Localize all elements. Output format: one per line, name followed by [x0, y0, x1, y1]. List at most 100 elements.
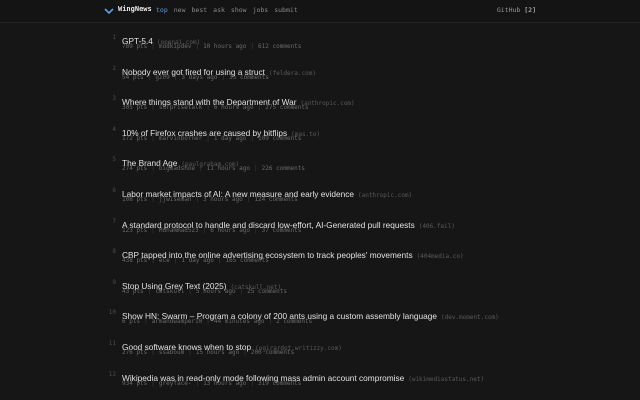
story-age[interactable]: 6 hours ago [214, 104, 254, 111]
story-domain[interactable]: (406.fail) [419, 223, 455, 230]
story-points: 43 pts [122, 287, 144, 295]
nav-top[interactable]: top [156, 6, 168, 14]
story-comments-link[interactable]: 319 comments [258, 380, 301, 387]
meta-separator: | [199, 165, 203, 173]
story-item: 12 Wikipedia was in read-only mode follow… [0, 367, 640, 397]
story-comments-link[interactable]: 165 comments [226, 257, 269, 264]
story-meta: 305 pts | surprisetalk | 6 hours ago | 275 com… [122, 104, 309, 111]
story-comments-link[interactable]: 37 comments [262, 227, 302, 234]
story-age[interactable]: 10 hours ago [203, 43, 246, 50]
story-comments-link[interactable]: 2 comments [276, 318, 312, 325]
story-item: 8 CBP tapped into the online advertising … [0, 244, 640, 274]
story-rank: 9 [112, 278, 116, 286]
story-meta: 274 pts | bigmadshoe | 11 hours ago | 226 comm… [122, 165, 305, 172]
meta-separator: | [243, 349, 247, 356]
story-age[interactable]: 1 day ago [181, 257, 214, 264]
github-label: GitHub [496, 6, 521, 14]
story-points: 276 pts [122, 349, 148, 356]
story-user[interactable]: armandwamper10 [152, 318, 203, 325]
nav-new[interactable]: new [174, 6, 186, 14]
story-user[interactable]: marvinborner [159, 135, 202, 142]
story-user[interactable]: gz09 [155, 74, 169, 81]
story-item: 7A standard protocol to handle and disca… [0, 214, 640, 244]
story-comments-link[interactable]: 25 comments [247, 288, 287, 295]
meta-separator: | [206, 104, 210, 112]
story-meta: 6 pts | armandwamper10 | 44 minutes ago | 2 co… [122, 318, 312, 325]
story-points: 438 pts [122, 257, 148, 265]
story-comments-link[interactable]: 612 comments [258, 43, 301, 50]
story-age[interactable]: 3 hours ago [203, 196, 243, 203]
meta-separator: | [257, 104, 262, 112]
meta-separator: | [151, 257, 155, 265]
story-points: 305 pts [122, 104, 148, 112]
story-domain[interactable]: (feldera.com) [269, 70, 316, 77]
meta-separator: | [195, 379, 200, 387]
chevron-logo-icon[interactable] [104, 6, 114, 16]
story-comments-link[interactable]: 35 comments [229, 74, 269, 81]
story-age[interactable]: 5 hours ago [196, 288, 236, 295]
main-nav: top new best ask show jobs submit [156, 6, 298, 14]
story-user[interactable]: catskull [155, 288, 184, 295]
story-meta: 276 pts | ssaboum | 15 hours ago | 200 comment… [122, 349, 294, 356]
story-age[interactable]: 13 hours ago [203, 380, 246, 387]
meta-separator: | [202, 226, 207, 234]
story-user[interactable]: jjwiseman [159, 196, 192, 203]
story-age[interactable]: 15 hours ago [196, 349, 239, 356]
story-meta: 108 pts | jjwiseman | 3 hours ago | 124 commen… [122, 196, 298, 203]
story-age[interactable]: 1 day ago [214, 135, 247, 142]
nav-ask[interactable]: ask [213, 6, 225, 14]
story-user[interactable]: ssaboum [159, 349, 184, 356]
story-comments-link[interactable]: 200 comments [251, 349, 294, 356]
top-navigation-bar: WingNews top new best ask show jobs subm… [0, 0, 640, 23]
story-rank: 2 [112, 64, 116, 72]
story-comments-link[interactable]: 226 comments [262, 165, 305, 172]
story-rank: 12 [108, 370, 116, 378]
story-points: 934 pts [122, 379, 148, 387]
site-brand[interactable]: WingNews [118, 5, 152, 13]
story-user[interactable]: Muhammad523 [159, 227, 199, 234]
story-item: 10 Show HN: Swarm – Program a colony of 2… [0, 305, 640, 335]
story-rank: 4 [112, 125, 116, 133]
story-age[interactable]: 11 hours ago [207, 165, 250, 172]
story-points: 789 pts [122, 43, 148, 50]
story-domain[interactable]: (anthropic.com) [358, 192, 412, 199]
story-meta: 172 pts | marvinborner | 1 day ago | 109 comme… [122, 135, 301, 142]
nav-jobs[interactable]: jobs [253, 6, 269, 14]
story-age[interactable]: 6 hours ago [210, 227, 250, 234]
github-link[interactable]: GitHub [2] [497, 6, 536, 14]
story-user[interactable]: ece [159, 257, 170, 264]
story-user[interactable]: bigmadshoe [159, 165, 195, 172]
meta-separator: | [188, 349, 192, 356]
story-rank: 5 [112, 156, 116, 164]
story-user[interactable]: greyface- [159, 380, 192, 387]
story-rank: 10 [108, 309, 116, 317]
meta-separator: | [268, 318, 273, 326]
story-comments-link[interactable]: 109 comments [258, 135, 301, 142]
nav-submit[interactable]: submit [274, 6, 297, 14]
story-comments-link[interactable]: 124 comments [254, 196, 297, 203]
story-item: 11 Good software knows when to stop (ogira… [0, 336, 640, 366]
story-domain[interactable]: (404media.co) [417, 253, 464, 260]
story-comments-link[interactable]: 275 comments [265, 104, 308, 111]
story-user[interactable]: surprisetalk [159, 104, 202, 111]
meta-separator: | [206, 318, 210, 326]
meta-separator: | [173, 73, 178, 81]
meta-separator: | [239, 287, 244, 295]
story-meta: 123 pts | Muhammad523 | 6 hours ago | 37 comme… [122, 227, 301, 234]
story-meta: 438 pts | ece | 1 day ago | 165 comments [122, 257, 269, 264]
meta-separator: | [151, 226, 155, 234]
story-age[interactable]: 44 minutes ago [214, 318, 265, 325]
story-points: 123 pts [122, 226, 148, 234]
story-meta: 54 pts | gz09 | 3 days ago | 35 comments [122, 74, 269, 81]
meta-separator: | [151, 379, 155, 387]
story-age[interactable]: 3 days ago [181, 74, 217, 81]
meta-separator: | [206, 134, 210, 142]
nav-show[interactable]: show [231, 6, 247, 14]
nav-best[interactable]: best [192, 6, 208, 14]
meta-separator: | [144, 318, 148, 326]
story-points: 274 pts [122, 165, 148, 173]
meta-separator: | [195, 43, 200, 50]
story-user[interactable]: mudkipdev [159, 43, 192, 50]
story-domain[interactable]: (dev.moment.com) [441, 314, 499, 321]
story-domain[interactable]: (wikimediastatus.net) [408, 376, 484, 383]
